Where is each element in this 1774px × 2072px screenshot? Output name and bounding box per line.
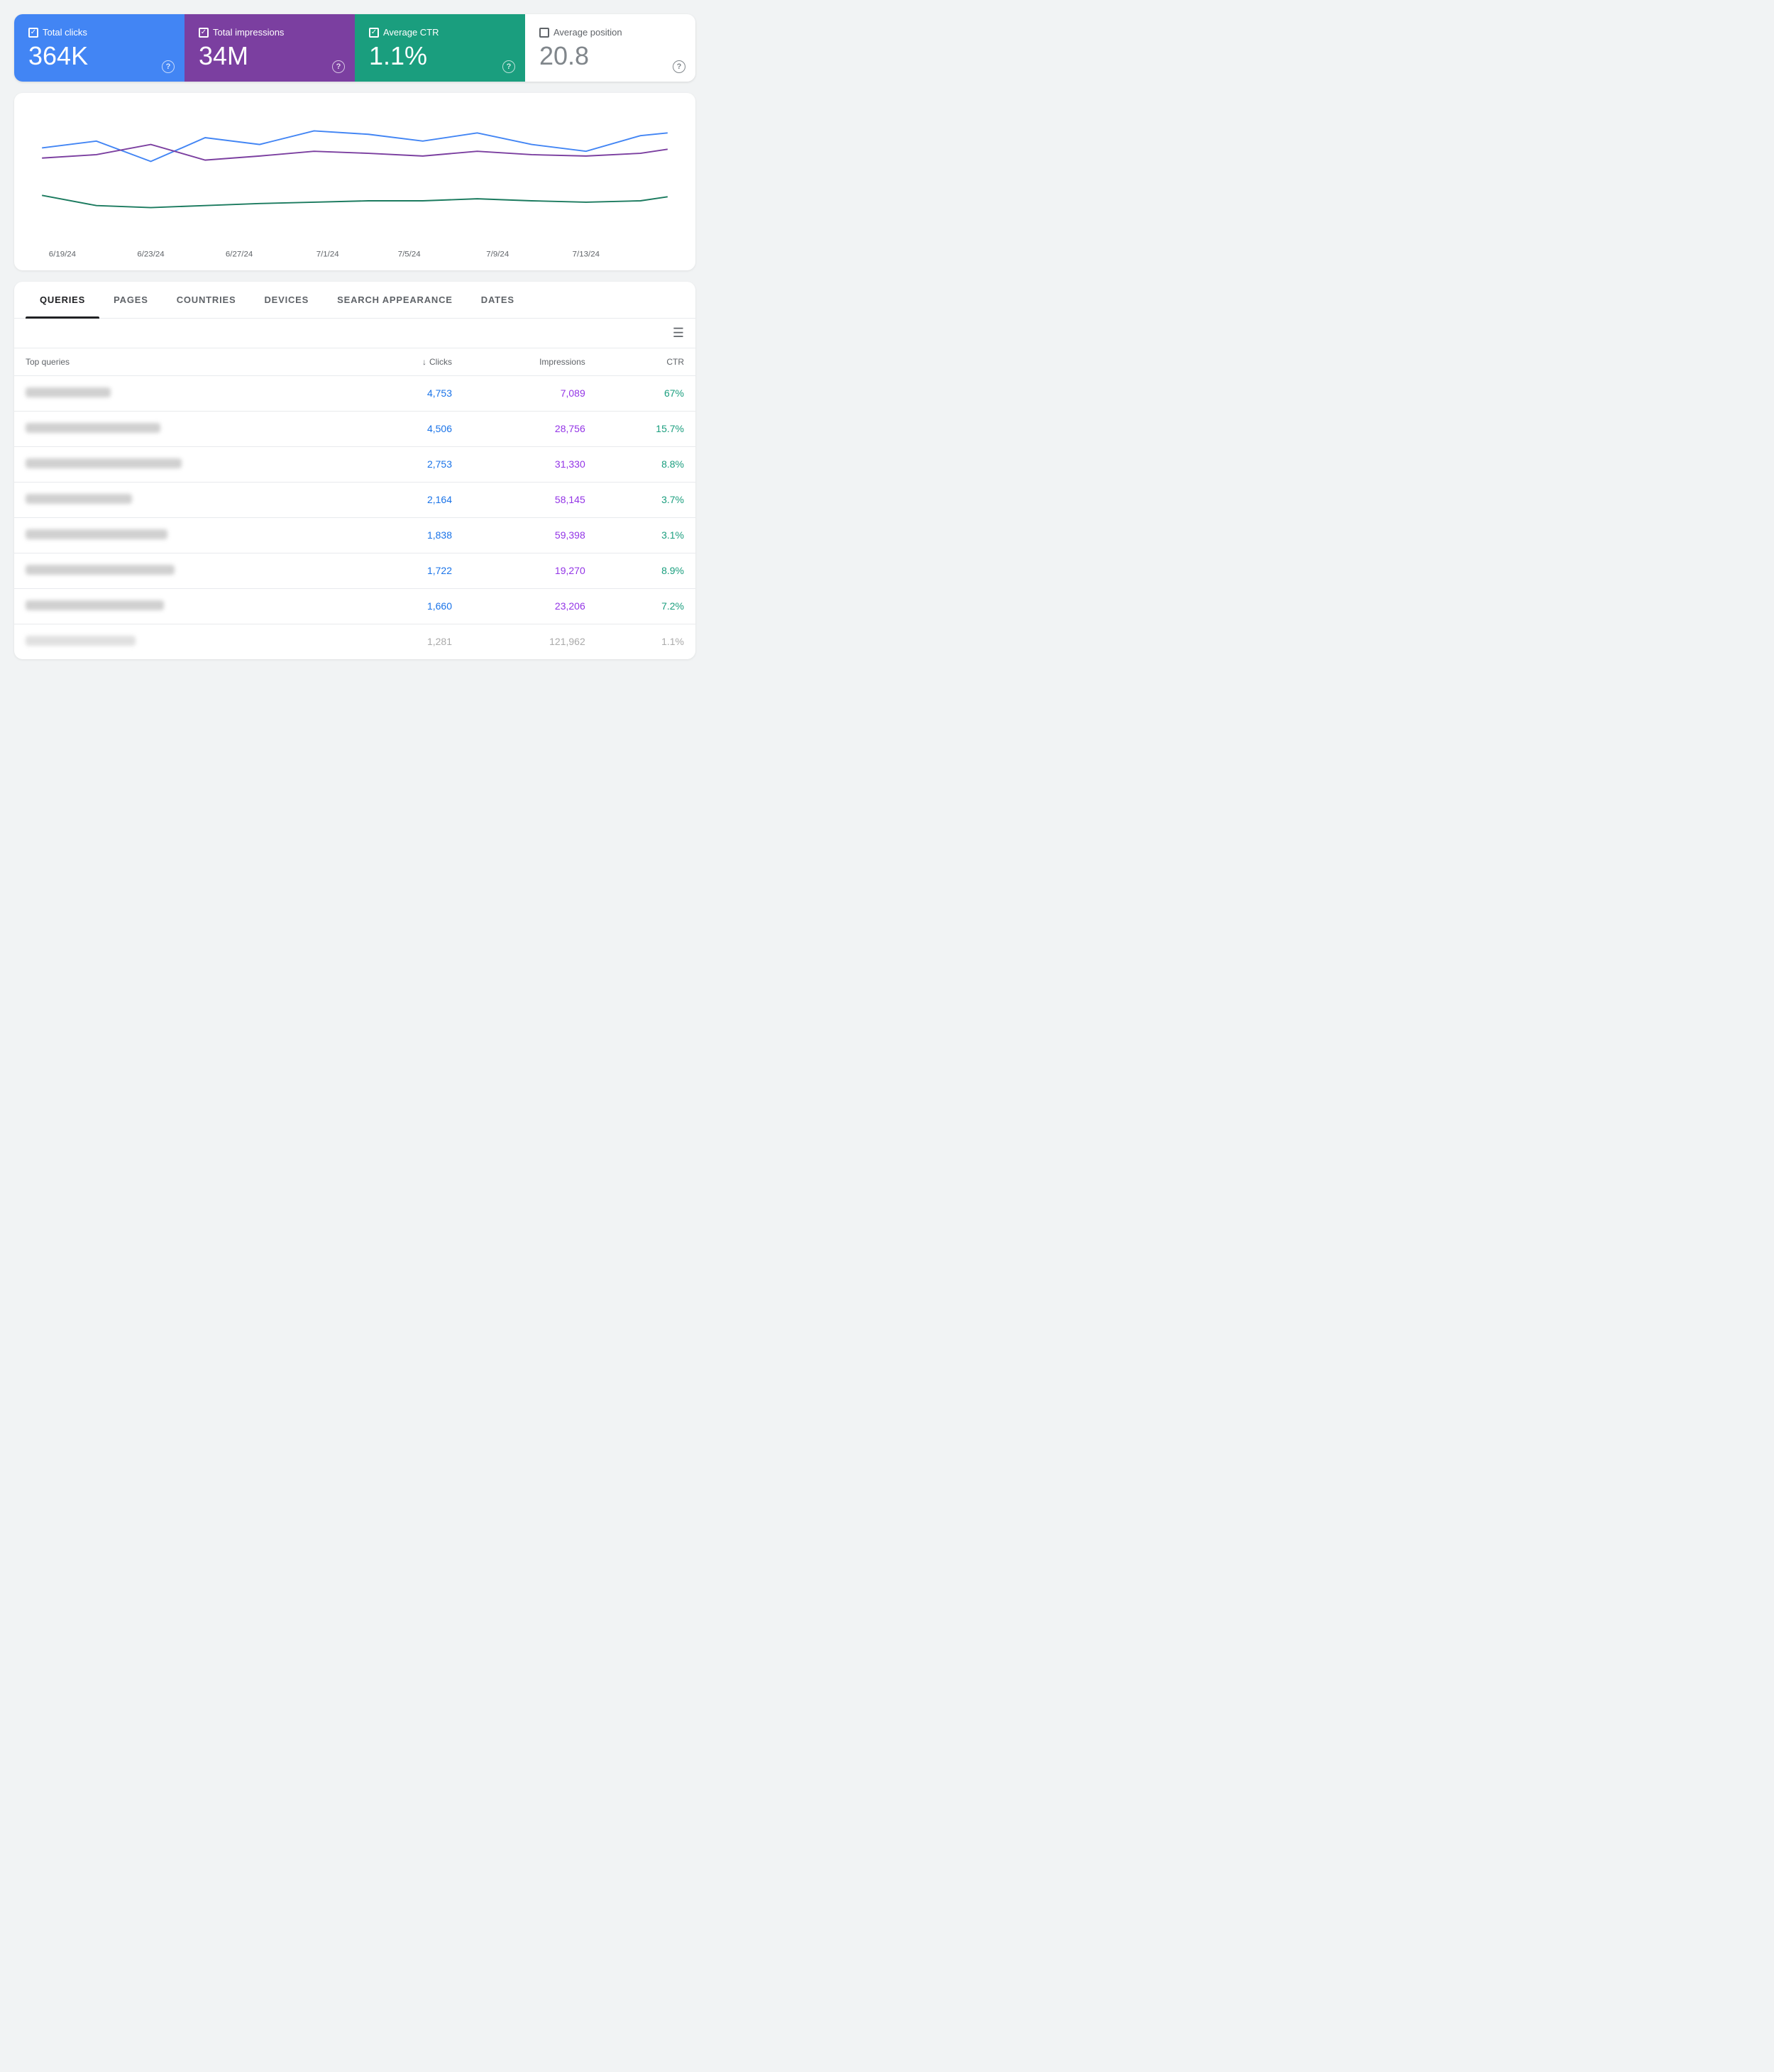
svg-text:6/19/24: 6/19/24: [49, 250, 77, 258]
table-row[interactable]: 4,50628,75615.7%: [14, 411, 695, 446]
clicks-checkbox[interactable]: ✓: [28, 28, 38, 38]
metric-position-label: Average position: [539, 27, 681, 38]
table-row[interactable]: 1,66023,2067.2%: [14, 588, 695, 624]
table-row[interactable]: 2,16458,1453.7%: [14, 482, 695, 517]
impressions-cell: 58,145: [463, 482, 597, 517]
col-header-ctr[interactable]: CTR: [597, 348, 695, 376]
clicks-cell: 1,660: [361, 588, 463, 624]
clicks-cell: 2,164: [361, 482, 463, 517]
col-header-impressions[interactable]: Impressions: [463, 348, 597, 376]
svg-text:7/9/24: 7/9/24: [486, 250, 509, 258]
tab-pages[interactable]: PAGES: [99, 282, 162, 318]
query-cell: [14, 624, 361, 659]
clicks-value: 364K: [28, 42, 170, 70]
metric-ctr-label: ✓ Average CTR: [369, 27, 511, 38]
ctr-help-icon[interactable]: ?: [502, 60, 515, 73]
impressions-value: 34M: [199, 42, 341, 70]
metric-clicks-label: ✓ Total clicks: [28, 27, 170, 38]
table-row[interactable]: 2,75331,3308.8%: [14, 446, 695, 482]
ctr-cell: 8.8%: [597, 446, 695, 482]
impressions-help-icon[interactable]: ?: [332, 60, 345, 73]
clicks-cell: 1,838: [361, 517, 463, 553]
ctr-cell: 8.9%: [597, 553, 695, 588]
impressions-cell: 23,206: [463, 588, 597, 624]
impressions-checkbox[interactable]: ✓: [199, 28, 209, 38]
query-cell: [14, 553, 361, 588]
tab-dates[interactable]: DATES: [467, 282, 529, 318]
table-card: QUERIES PAGES COUNTRIES DEVICES SEARCH A…: [14, 282, 695, 659]
impressions-cell: 7,089: [463, 375, 597, 411]
metric-clicks[interactable]: ✓ Total clicks 364K ?: [14, 14, 184, 82]
ctr-cell: 1.1%: [597, 624, 695, 659]
impressions-cell: 19,270: [463, 553, 597, 588]
impressions-cell: 121,962: [463, 624, 597, 659]
ctr-cell: 15.7%: [597, 411, 695, 446]
tab-queries[interactable]: QUERIES: [26, 282, 99, 318]
position-checkbox[interactable]: [539, 28, 549, 38]
ctr-checkbox[interactable]: ✓: [369, 28, 379, 38]
table-row[interactable]: 1,83859,3983.1%: [14, 517, 695, 553]
svg-text:6/27/24: 6/27/24: [226, 250, 253, 258]
ctr-cell: 3.7%: [597, 482, 695, 517]
position-value: 20.8: [539, 42, 681, 70]
ctr-cell: 7.2%: [597, 588, 695, 624]
filter-row: ☰: [14, 319, 695, 348]
col-header-clicks[interactable]: ↓ Clicks: [361, 348, 463, 376]
table-row[interactable]: 4,7537,08967%: [14, 375, 695, 411]
chart-svg: 6/19/24 6/23/24 6/27/24 7/1/24 7/5/24 7/…: [28, 107, 681, 263]
chart-card: 6/19/24 6/23/24 6/27/24 7/1/24 7/5/24 7/…: [14, 93, 695, 270]
query-cell: [14, 588, 361, 624]
clicks-cell: 4,506: [361, 411, 463, 446]
svg-text:6/23/24: 6/23/24: [137, 250, 165, 258]
svg-text:7/1/24: 7/1/24: [316, 250, 340, 258]
clicks-cell: 1,281: [361, 624, 463, 659]
table-row[interactable]: 1,72219,2708.9%: [14, 553, 695, 588]
chart-area: 6/19/24 6/23/24 6/27/24 7/1/24 7/5/24 7/…: [28, 107, 681, 263]
impressions-cell: 59,398: [463, 517, 597, 553]
tab-devices[interactable]: DEVICES: [250, 282, 323, 318]
query-cell: [14, 411, 361, 446]
metric-ctr[interactable]: ✓ Average CTR 1.1% ?: [355, 14, 525, 82]
clicks-help-icon[interactable]: ?: [162, 60, 175, 73]
clicks-cell: 2,753: [361, 446, 463, 482]
query-cell: [14, 375, 361, 411]
metric-position[interactable]: Average position 20.8 ?: [525, 14, 695, 82]
data-table: Top queries ↓ Clicks Impressions CTR 4,7…: [14, 348, 695, 659]
metrics-container: ✓ Total clicks 364K ? ✓ Total impression…: [14, 14, 695, 82]
svg-text:7/13/24: 7/13/24: [573, 250, 600, 258]
ctr-cell: 67%: [597, 375, 695, 411]
clicks-cell: 4,753: [361, 375, 463, 411]
col-header-query: Top queries: [14, 348, 361, 376]
sort-arrow-icon: ↓: [422, 357, 426, 367]
clicks-cell: 1,722: [361, 553, 463, 588]
ctr-cell: 3.1%: [597, 517, 695, 553]
table-row[interactable]: 1,281121,9621.1%: [14, 624, 695, 659]
tabs: QUERIES PAGES COUNTRIES DEVICES SEARCH A…: [14, 282, 695, 319]
metric-impressions[interactable]: ✓ Total impressions 34M ?: [184, 14, 355, 82]
svg-text:7/5/24: 7/5/24: [398, 250, 422, 258]
ctr-value: 1.1%: [369, 42, 511, 70]
metric-impressions-label: ✓ Total impressions: [199, 27, 341, 38]
query-cell: [14, 517, 361, 553]
impressions-cell: 28,756: [463, 411, 597, 446]
filter-icon[interactable]: ☰: [673, 326, 684, 341]
position-help-icon[interactable]: ?: [673, 60, 685, 73]
tab-search-appearance[interactable]: SEARCH APPEARANCE: [323, 282, 467, 318]
query-cell: [14, 482, 361, 517]
tab-countries[interactable]: COUNTRIES: [162, 282, 250, 318]
query-cell: [14, 446, 361, 482]
impressions-cell: 31,330: [463, 446, 597, 482]
